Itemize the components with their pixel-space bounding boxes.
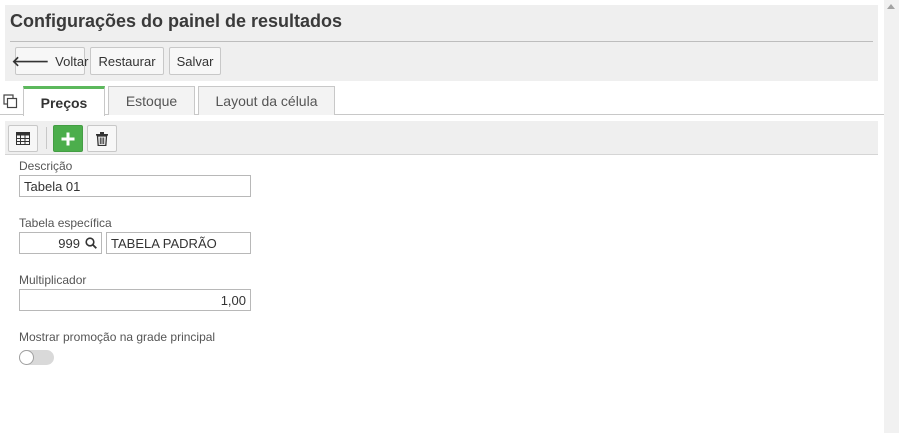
tabela-name-value: TABELA PADRÃO bbox=[111, 235, 217, 251]
vertical-scrollbar[interactable] bbox=[884, 0, 899, 433]
descricao-value: Tabela 01 bbox=[24, 178, 81, 194]
tab-precos-label: Preços bbox=[40, 94, 88, 111]
plus-icon bbox=[61, 132, 75, 145]
page-header: Configurações do painel de resultados 🡐 … bbox=[5, 5, 878, 81]
descricao-input[interactable]: Tabela 01 bbox=[19, 175, 251, 197]
arrow-left-icon: 🡐 bbox=[11, 53, 50, 69]
trash-icon bbox=[96, 131, 108, 146]
tab-estoque-label: Estoque bbox=[125, 93, 178, 109]
toolbar-separator bbox=[46, 127, 47, 149]
table-view-button[interactable] bbox=[8, 125, 38, 152]
tabela-code-value: 999 bbox=[58, 235, 80, 251]
save-button-label: Salvar bbox=[176, 53, 214, 69]
copy-icon[interactable] bbox=[3, 94, 18, 109]
multiplicador-label: Multiplicador bbox=[19, 273, 87, 287]
toggle-knob bbox=[19, 350, 34, 365]
back-button[interactable]: 🡐 Voltar bbox=[11, 47, 89, 75]
tab-precos[interactable]: Preços bbox=[23, 86, 105, 116]
back-button-label: Voltar bbox=[55, 53, 89, 69]
multiplicador-input[interactable]: 1,00 bbox=[19, 289, 251, 311]
page-title: Configurações do painel de resultados bbox=[10, 11, 343, 31]
scroll-up-arrow-icon[interactable] bbox=[887, 4, 895, 9]
tab-layout-celula[interactable]: Layout da célula bbox=[198, 86, 335, 115]
search-icon[interactable] bbox=[85, 237, 97, 249]
tabela-especifica-label: Tabela específica bbox=[19, 216, 112, 230]
tabela-name-field[interactable]: TABELA PADRÃO bbox=[106, 232, 251, 254]
add-button[interactable] bbox=[53, 125, 83, 152]
table-icon bbox=[16, 132, 30, 145]
promocao-label: Mostrar promoção na grade principal bbox=[19, 330, 216, 344]
descricao-label: Descrição bbox=[19, 159, 73, 173]
tab-estoque[interactable]: Estoque bbox=[108, 86, 195, 115]
tabela-code-input[interactable]: 999 bbox=[19, 232, 102, 254]
tab-layout-celula-label: Layout da célula bbox=[215, 93, 318, 109]
save-button[interactable]: Salvar bbox=[169, 47, 221, 75]
restore-button-label: Restaurar bbox=[98, 53, 156, 69]
multiplicador-value: 1,00 bbox=[220, 292, 246, 308]
promocao-toggle[interactable] bbox=[19, 350, 54, 365]
grid-toolbar bbox=[5, 121, 878, 155]
delete-button[interactable] bbox=[87, 125, 117, 152]
title-divider bbox=[10, 41, 873, 42]
restore-button[interactable]: Restaurar bbox=[90, 47, 164, 75]
